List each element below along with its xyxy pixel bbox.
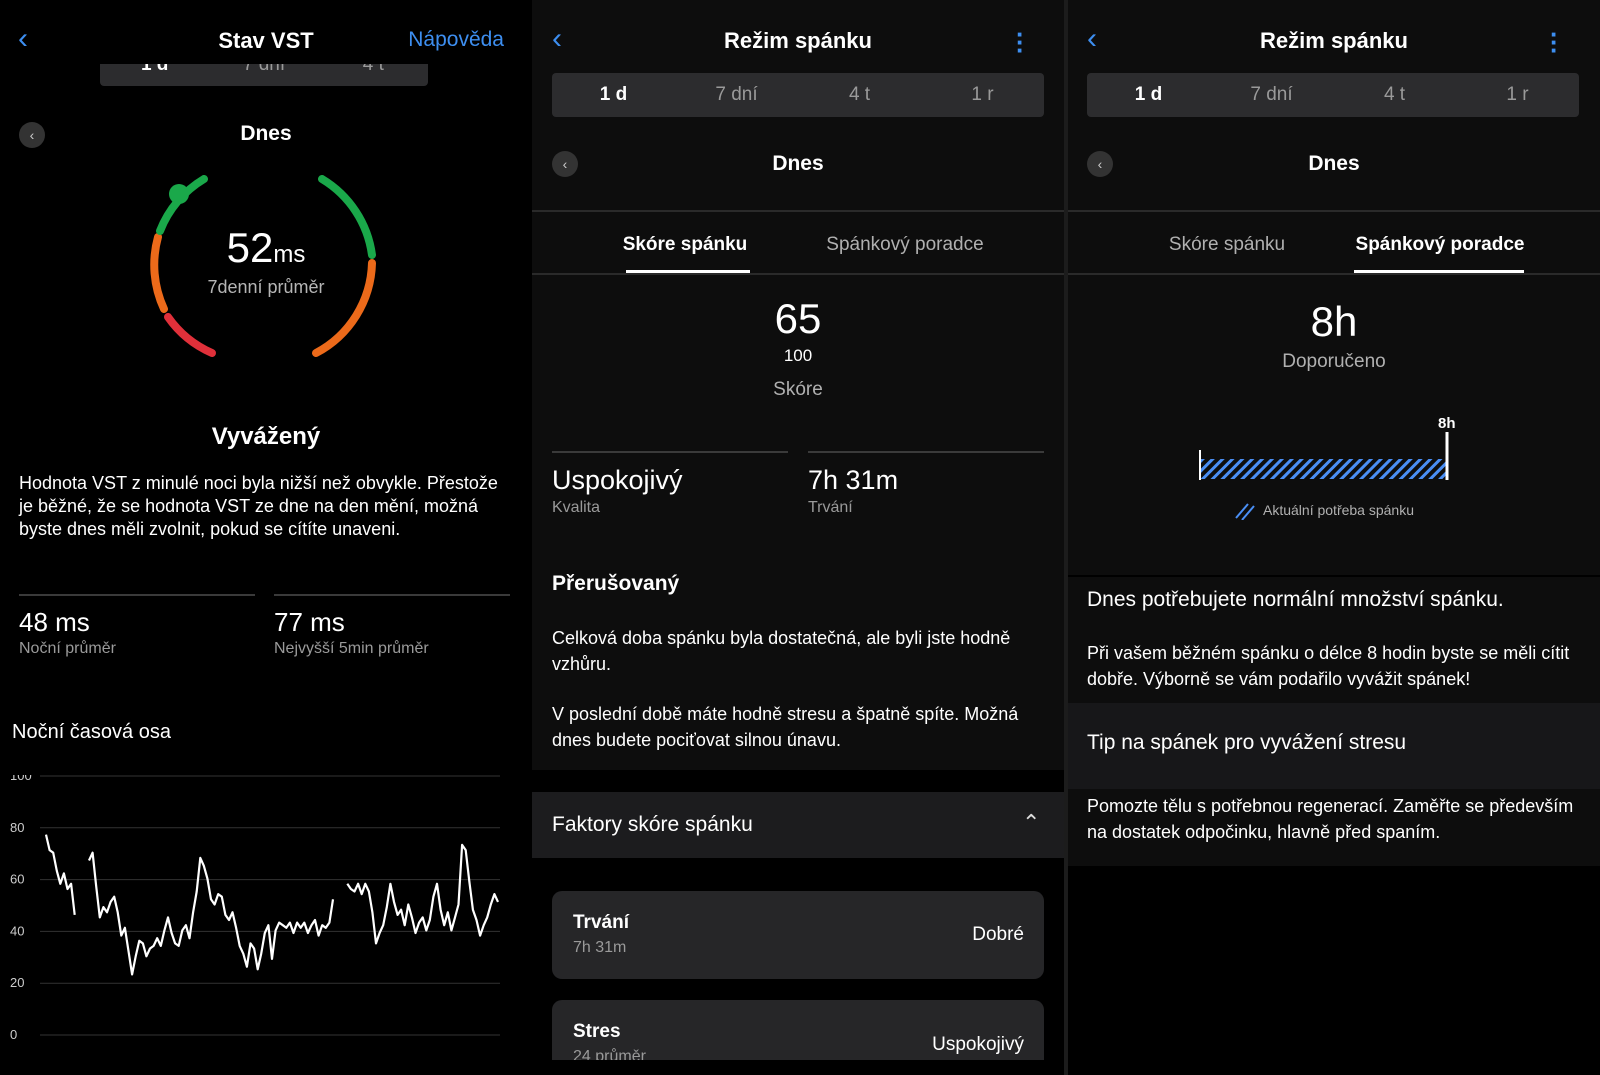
divider xyxy=(532,210,1064,212)
sleep-status-heading: Přerušovaný xyxy=(552,572,680,595)
duration-value: 7h 31m xyxy=(808,465,899,495)
divider xyxy=(1068,273,1600,275)
highest-5min-value: 77 ms xyxy=(274,607,345,637)
tab-sleep-coach[interactable]: Spánkový poradce xyxy=(822,234,988,256)
factor-rating: Uspokojivý xyxy=(932,1034,1024,1055)
help-link[interactable]: Nápověda xyxy=(408,28,504,52)
y-tick-label: 60 xyxy=(10,872,24,887)
tab-sleep-score[interactable]: Skóre spánku xyxy=(1162,234,1292,256)
segment-4w[interactable]: 4 t xyxy=(1333,84,1456,106)
divider xyxy=(19,594,255,596)
segment-1y[interactable]: 1 r xyxy=(1456,84,1579,106)
section-gap xyxy=(532,770,1064,792)
advice-heading: Dnes potřebujete normální množství spánk… xyxy=(1087,588,1504,611)
legend-label: Aktuální potřeba spánku xyxy=(1263,502,1414,518)
sleep-paragraph-1: Celková doba spánku byla dostatečná, ale… xyxy=(552,628,1011,674)
factor-subtitle: 7h 31m xyxy=(573,939,627,956)
factors-title: Faktory skóre spánku xyxy=(552,813,753,836)
timeline-title: Noční časová osa xyxy=(12,721,171,743)
tip-header: Tip na spánek pro vyvážení stresu xyxy=(1068,703,1600,789)
night-timeline-chart: 0 20 40 60 80 100 xyxy=(10,775,500,1042)
hrv-description: Hodnota VST z minulé noci byla nižší než… xyxy=(19,473,498,539)
quality-value: Uspokojivý xyxy=(552,465,683,495)
duration-label: Trvání xyxy=(808,499,853,516)
sleep-need-fill xyxy=(1201,459,1446,479)
y-tick-label: 80 xyxy=(10,820,24,835)
more-vertical-icon[interactable]: · · · xyxy=(1550,21,1559,63)
page-title: Režim spánku xyxy=(724,28,872,53)
highest-5min-label: Nejvyšší 5min průměr xyxy=(274,640,429,657)
date-label: Dnes xyxy=(772,152,824,175)
empty-area xyxy=(1068,866,1600,1075)
tab-sleep-coach[interactable]: Spánkový poradce xyxy=(1354,234,1526,256)
divider xyxy=(1068,575,1600,577)
sleep-score-max: 100 xyxy=(783,346,813,365)
divider xyxy=(274,594,510,596)
tip-heading: Tip na spánek pro vyvážení stresu xyxy=(1087,731,1407,754)
hrv-status-panel: ‹ Stav VST Nápověda 1 d 7 dní 4 t ‹ Dnes… xyxy=(0,0,532,1075)
divider xyxy=(808,451,1044,453)
date-label: Dnes xyxy=(240,122,292,145)
hrv-status-heading: Vyvážený xyxy=(211,423,321,450)
segment-1d[interactable]: 1 d xyxy=(552,84,675,106)
gauge-caption: 7denní průměr xyxy=(207,277,325,297)
tab-sleep-score[interactable]: Skóre spánku xyxy=(622,234,748,256)
factor-title: Trvání xyxy=(573,912,629,933)
hatch-legend-icon xyxy=(1235,503,1255,520)
sleep-need-bar xyxy=(1199,432,1449,480)
period-segment[interactable]: 1 d 7 dní 4 t 1 r xyxy=(552,73,1044,117)
divider xyxy=(1068,210,1600,212)
factor-card-duration[interactable]: Trvání 7h 31m Dobré xyxy=(552,891,1044,979)
tip-paragraph: Pomozte tělu s potřebnou regenerací. Zam… xyxy=(1087,796,1574,842)
night-average-value: 48 ms xyxy=(19,607,90,637)
sleep-paragraph-2: V poslední době máte hodně stresu a špat… xyxy=(552,704,1019,750)
recommended-label: Doporučeno xyxy=(1282,351,1386,372)
gauge-value: 52ms xyxy=(226,224,306,271)
segment-mask xyxy=(100,50,428,64)
chevron-up-icon[interactable]: ⌃ xyxy=(1022,810,1040,836)
factors-list: Trvání 7h 31m Dobré Stres 24 průměr Uspo… xyxy=(532,858,1064,1075)
period-segment[interactable]: 1 d 7 dní 4 t 1 r xyxy=(1087,73,1579,117)
sleep-score-label: Skóre xyxy=(773,379,823,400)
divider xyxy=(552,451,788,453)
bottom-fade xyxy=(532,1060,1064,1075)
advice-paragraph: Při vašem běžném spánku o délce 8 hodin … xyxy=(1087,643,1570,689)
gauge-arc-red xyxy=(164,313,216,357)
sleep-score-panel: ‹ Režim spánku · · · 1 d 7 dní 4 t 1 r ‹ D… xyxy=(532,0,1064,1075)
segment-7d[interactable]: 7 dní xyxy=(1210,84,1333,106)
gauge-marker xyxy=(169,184,189,204)
segment-4w[interactable]: 4 t xyxy=(798,84,921,106)
y-tick-label: 100 xyxy=(10,775,32,783)
segment-7d[interactable]: 7 dní xyxy=(675,84,798,106)
y-tick-label: 40 xyxy=(10,923,24,938)
bar-end-label: 8h xyxy=(1438,415,1456,432)
hrv-line-segment xyxy=(346,843,499,945)
segment-1y[interactable]: 1 r xyxy=(921,84,1044,106)
hrv-line-segment xyxy=(88,851,335,976)
divider xyxy=(532,273,1064,275)
factor-rating: Dobré xyxy=(972,924,1024,945)
segment-1d[interactable]: 1 d xyxy=(1087,84,1210,106)
sleep-score-value: 65 xyxy=(774,295,822,342)
night-average-label: Noční průměr xyxy=(19,640,116,657)
date-label: Dnes xyxy=(1308,152,1360,175)
hrv-line-segment xyxy=(44,834,76,916)
y-tick-label: 20 xyxy=(10,975,24,990)
more-vertical-icon[interactable]: · · · xyxy=(1016,21,1025,63)
factor-title: Stres xyxy=(573,1021,621,1042)
recommended-value: 8h xyxy=(1310,298,1358,345)
factors-header[interactable]: Faktory skóre spánku ⌃ xyxy=(532,792,1064,858)
quality-label: Kvalita xyxy=(552,499,601,516)
page-title: Režim spánku xyxy=(1260,28,1408,53)
y-tick-label: 0 xyxy=(10,1027,17,1042)
sleep-coach-panel: ‹ Režim spánku · · · 1 d 7 dní 4 t 1 r ‹ D… xyxy=(1068,0,1600,1075)
